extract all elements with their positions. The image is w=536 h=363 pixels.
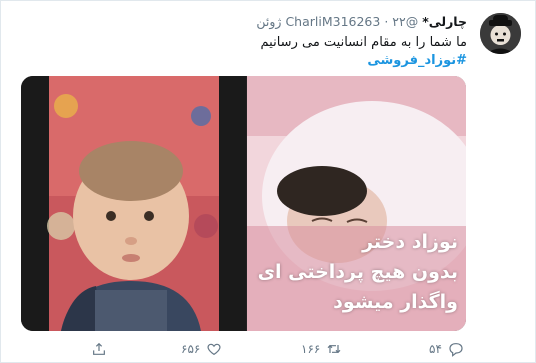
tweet-header: چارلی* @CharliM316263 · ۲۲ ژوئن — [256, 14, 467, 30]
photo-left[interactable] — [21, 76, 246, 331]
photo-right[interactable]: نوزاد دختر بدون هیچ پرداختی ای واگذار می… — [247, 76, 466, 331]
separator-dot: · — [384, 14, 389, 29]
heart-icon — [206, 341, 222, 357]
reply-count: ۵۴ — [429, 342, 442, 356]
display-name[interactable]: چارلی* — [422, 14, 467, 29]
reply-icon — [448, 341, 464, 357]
avatar[interactable] — [480, 13, 521, 54]
like-button[interactable]: ۶۵۶ — [181, 339, 222, 359]
reply-button[interactable]: ۵۴ — [429, 339, 464, 359]
overlay-line-1: نوزاد دختر — [362, 231, 458, 253]
like-count: ۶۵۶ — [181, 342, 201, 356]
tweet-card: چارلی* @CharliM316263 · ۲۲ ژوئن ما شما ر… — [0, 0, 536, 363]
retweet-button[interactable]: ۱۶۶ — [301, 339, 342, 359]
overlay-line-3: واگذار میشود — [333, 291, 458, 313]
retweet-count: ۱۶۶ — [301, 342, 321, 356]
tweet-text: ما شما را به مقام انسانیت می رسانیم — [260, 35, 467, 50]
hashtag-link[interactable]: #نوزاد_فروشی — [367, 52, 467, 69]
tweet-actions: ۵۴ ۱۶۶ ۶۵۶ — [1, 337, 536, 361]
overlay-line-2: بدون هیچ پرداختی ای — [257, 261, 458, 283]
media-grid[interactable]: نوزاد دختر بدون هیچ پرداختی ای واگذار می… — [21, 76, 466, 331]
share-button[interactable] — [91, 339, 107, 359]
share-icon — [91, 341, 107, 357]
retweet-icon — [326, 341, 342, 357]
